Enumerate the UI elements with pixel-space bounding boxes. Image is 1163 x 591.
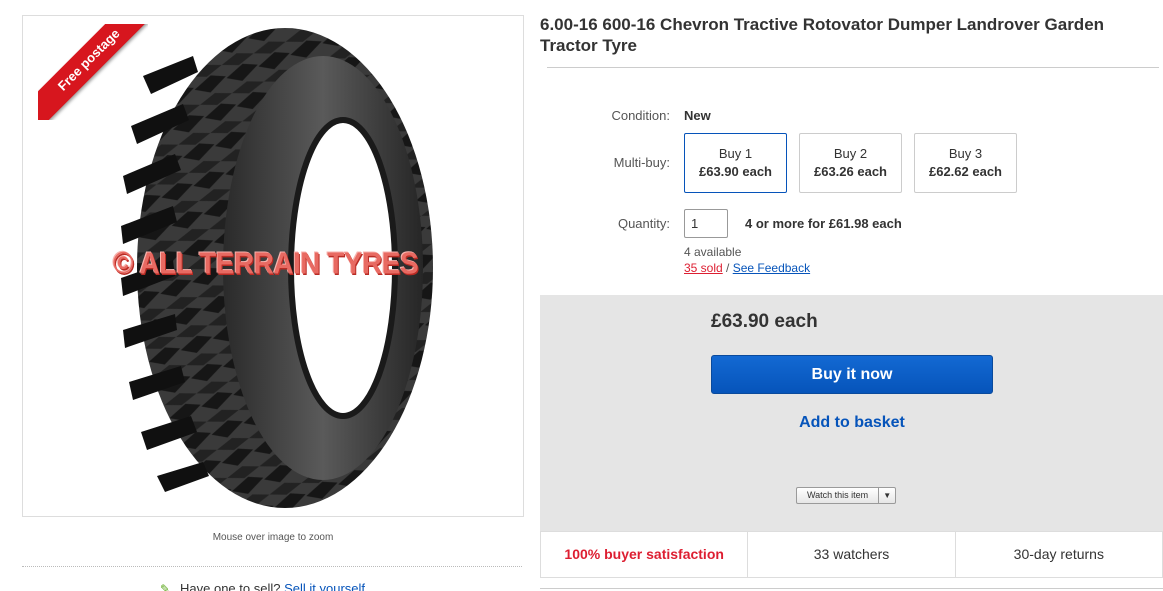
- divider: [540, 588, 1163, 589]
- quantity-label: Quantity:: [617, 216, 670, 231]
- returns-policy: 30-day returns: [1013, 546, 1104, 562]
- sold-count-link[interactable]: 35 sold: [684, 261, 723, 275]
- watch-control: Watch this item ▼: [796, 487, 897, 504]
- multibuy-option-3[interactable]: Buy 3 £62.62 each: [914, 133, 1017, 193]
- multibuy-price: £63.90 each: [698, 164, 772, 179]
- image-watermark: © ALL TERRAIN TYRES: [113, 246, 419, 281]
- ribbon-label: Free postage: [38, 24, 148, 120]
- sold-separator: /: [722, 261, 733, 275]
- buyer-satisfaction: 100% buyer satisfaction: [541, 532, 749, 577]
- sold-line: 35 sold / See Feedback: [684, 261, 810, 275]
- free-postage-ribbon: Free postage: [38, 24, 148, 120]
- available-count: 4 available: [684, 245, 742, 259]
- quantity-input[interactable]: [684, 209, 728, 238]
- watchers-count: 33 watchers: [748, 532, 956, 577]
- see-feedback-link[interactable]: See Feedback: [733, 261, 810, 275]
- watch-item-button[interactable]: Watch this item: [797, 488, 878, 503]
- sell-prompt: ✎ Have one to sell? Sell it yourself: [160, 581, 365, 591]
- sell-it-yourself-link[interactable]: Sell it yourself: [284, 581, 365, 591]
- multibuy-option-1[interactable]: Buy 1 £63.90 each: [684, 133, 787, 193]
- item-price: £63.90 each: [711, 311, 818, 332]
- multibuy-option-2[interactable]: Buy 2 £63.26 each: [799, 133, 902, 193]
- multibuy-price: £62.62 each: [928, 164, 1002, 179]
- item-title: 6.00-16 600-16 Chevron Tractive Rotovato…: [540, 15, 1105, 55]
- divider: [547, 67, 1159, 68]
- multibuy-label: Multi-buy:: [613, 155, 670, 170]
- multibuy-qty: Buy 3: [948, 146, 983, 161]
- multibuy-qty: Buy 2: [833, 146, 868, 161]
- chevron-down-icon[interactable]: ▼: [878, 488, 895, 503]
- quantity-offer: 4 or more for £61.98 each: [745, 216, 902, 231]
- tag-icon: ✎: [160, 582, 171, 591]
- condition-value: New: [684, 108, 711, 123]
- sell-prompt-text: Have one to sell?: [180, 581, 281, 591]
- multibuy-price: £63.26 each: [813, 164, 887, 179]
- multibuy-qty: Buy 1: [718, 146, 753, 161]
- buy-it-now-button[interactable]: Buy it now: [711, 355, 993, 394]
- zoom-hint: Mouse over image to zoom: [212, 532, 334, 543]
- divider: [22, 566, 522, 567]
- stats-bar: 100% buyer satisfaction 33 watchers 30-d…: [540, 531, 1163, 578]
- add-to-basket-button[interactable]: Add to basket: [711, 414, 993, 432]
- main-product-image[interactable]: Free postage © ALL TERRAIN TYRES: [22, 15, 524, 517]
- condition-label: Condition:: [611, 108, 670, 123]
